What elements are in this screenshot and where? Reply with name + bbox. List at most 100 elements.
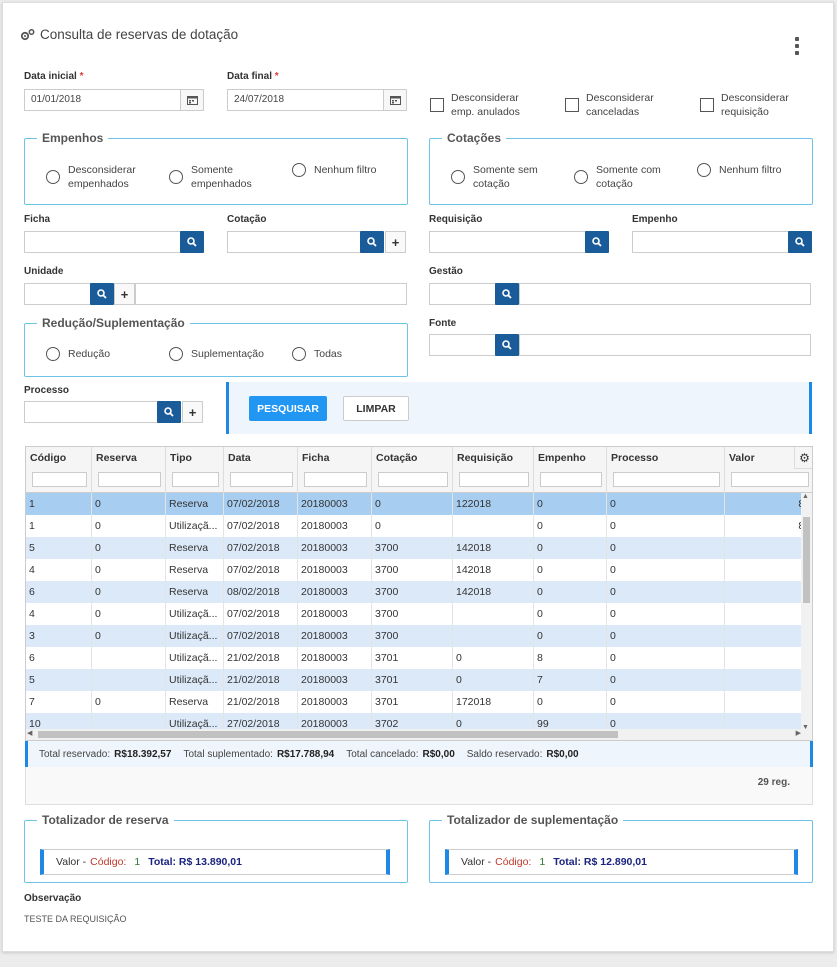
radio-nenhum-filtro[interactable]	[292, 163, 306, 177]
table-cell	[453, 515, 534, 537]
table-row[interactable]: 5 0 Reserva 07/02/2018 20180003 3700 142018 0 0	[26, 537, 802, 559]
radio-suplementacao[interactable]	[169, 347, 183, 361]
calendar-icon[interactable]	[180, 89, 204, 111]
cotacoes-legend: Cotações	[442, 131, 507, 145]
radio-somente-com-cotacao[interactable]	[574, 170, 588, 184]
radio-desconsiderar-empenhados[interactable]	[46, 170, 60, 184]
table-cell: 0	[92, 581, 166, 603]
radio-nenhum-filtro[interactable]	[697, 163, 711, 177]
fonte-desc-input[interactable]	[519, 334, 811, 356]
radio-somente-sem-cotacao[interactable]	[451, 170, 465, 184]
add-icon[interactable]: +	[114, 283, 135, 305]
column-filter-input[interactable]	[98, 472, 161, 487]
data-inicial-input[interactable]: 01/01/2018	[24, 89, 181, 111]
radio-reducao[interactable]	[46, 347, 60, 361]
search-icon[interactable]	[157, 401, 181, 423]
vertical-scrollbar[interactable]: ▲ ▼	[801, 493, 812, 731]
pesquisar-button[interactable]: PESQUISAR	[249, 396, 327, 421]
requisicao-input[interactable]	[429, 231, 586, 253]
column-filter-input[interactable]	[540, 472, 602, 487]
column-filter-input[interactable]	[32, 472, 87, 487]
record-count: 29 reg.	[757, 777, 790, 788]
limpar-button[interactable]: LIMPAR	[343, 396, 409, 421]
table-row[interactable]: 3 0 Utilizaçã... 07/02/2018 20180003 3700 0 0	[26, 625, 802, 647]
table-cell: 0	[92, 515, 166, 537]
column-filter-input[interactable]	[172, 472, 219, 487]
column-header[interactable]: Código	[26, 447, 92, 493]
table-cell: 0	[607, 559, 725, 581]
observacao-label: Observação	[24, 893, 82, 904]
table-cell: 0	[92, 537, 166, 559]
table-row[interactable]: 70Reserva21/02/2018201800033701172018005	[26, 691, 812, 713]
search-icon[interactable]	[788, 231, 812, 253]
checkbox-canceladas[interactable]	[565, 98, 579, 112]
grid-header: Código Reserva Tipo Data Ficha Cotação Requisi…	[26, 447, 812, 493]
column-header[interactable]: Reserva	[92, 447, 166, 493]
search-icon[interactable]	[180, 231, 204, 253]
search-icon[interactable]	[585, 231, 609, 253]
processo-input[interactable]	[24, 401, 158, 423]
horizontal-scrollbar[interactable]: ◀ ▶	[26, 729, 812, 740]
column-header[interactable]: Tipo	[166, 447, 224, 493]
column-header[interactable]: Data	[224, 447, 298, 493]
checkbox-requisicao[interactable]	[700, 98, 714, 112]
empenhos-legend: Empenhos	[37, 131, 109, 145]
table-cell: 3700	[372, 559, 453, 581]
column-filter-input[interactable]	[230, 472, 293, 487]
empenho-input[interactable]	[632, 231, 789, 253]
search-icon[interactable]	[90, 283, 114, 305]
vertical-scroll-thumb[interactable]	[803, 517, 810, 603]
column-header[interactable]: Cotação	[372, 447, 453, 493]
calendar-icon[interactable]	[383, 89, 407, 111]
search-icon[interactable]	[360, 231, 384, 253]
scroll-left-icon[interactable]: ◀	[27, 729, 32, 737]
table-cell: 08/02/2018	[224, 581, 298, 603]
saldo-reservado-label: Saldo reservado:	[466, 748, 543, 760]
gestao-code-input[interactable]	[429, 283, 496, 305]
ficha-input[interactable]	[24, 231, 181, 253]
data-final-input[interactable]: 24/07/2018	[227, 89, 384, 111]
totalizador-reserva-row: Valor - Código: 1 Total: R$ 13.890,01	[40, 849, 390, 875]
checkbox-emp-anulados-label: Desconsiderar emp. anulados	[451, 92, 520, 118]
table-row[interactable]: 10Utilizaçã...07/02/2018201800030008.8	[26, 515, 812, 537]
radio-label: Somente com cotação	[596, 164, 661, 190]
table-row[interactable]: 10Reserva07/02/2018201800030122018008.8	[26, 493, 812, 515]
fonte-code-input[interactable]	[429, 334, 496, 356]
column-header-label: Valor	[729, 452, 755, 464]
table-cell: 8.8	[725, 515, 812, 537]
search-icon[interactable]	[495, 334, 519, 356]
unidade-desc-input[interactable]	[135, 283, 407, 305]
column-filter-input[interactable]	[613, 472, 720, 487]
column-header[interactable]: Ficha	[298, 447, 372, 493]
table-row[interactable]: 5Utilizaçã...21/02/20182018000337010705	[26, 669, 812, 691]
table-row[interactable]: 6 Utilizaçã... 21/02/2018 20180003 3701 0 8 0	[26, 647, 802, 669]
checkbox-emp-anulados[interactable]	[430, 98, 444, 112]
column-header[interactable]: Requisição	[453, 447, 534, 493]
column-header-label: Código	[30, 452, 67, 464]
radio-somente-empenhados[interactable]	[169, 170, 183, 184]
column-filter-input[interactable]	[459, 472, 529, 487]
add-icon[interactable]: +	[385, 231, 406, 253]
main-panel: Consulta de reservas de dotação Data ini…	[2, 2, 834, 952]
table-cell: 0	[534, 603, 607, 625]
column-header-label: Empenho	[538, 452, 586, 464]
gestao-desc-input[interactable]	[519, 283, 811, 305]
unidade-code-input[interactable]	[24, 283, 91, 305]
horizontal-scroll-thumb[interactable]	[38, 731, 618, 738]
scroll-up-icon[interactable]: ▲	[802, 493, 809, 500]
table-row[interactable]: 4 0 Utilizaçã... 07/02/2018 20180003 3700 0 0	[26, 603, 802, 625]
column-header[interactable]: Empenho	[534, 447, 607, 493]
more-options-icon[interactable]	[791, 37, 803, 55]
scroll-right-icon[interactable]: ▶	[796, 729, 801, 737]
radio-todas[interactable]	[292, 347, 306, 361]
table-row[interactable]: 4 0 Reserva 07/02/2018 20180003 3700 142018 0 0	[26, 559, 802, 581]
column-header[interactable]: Processo	[607, 447, 725, 493]
column-filter-input[interactable]	[731, 472, 809, 487]
add-icon[interactable]: +	[182, 401, 203, 423]
gear-icon[interactable]: ⚙	[794, 447, 812, 469]
search-icon[interactable]	[495, 283, 519, 305]
table-row[interactable]: 6 0 Reserva 08/02/2018 20180003 3700 142018 0 0	[26, 581, 802, 603]
column-filter-input[interactable]	[378, 472, 448, 487]
column-filter-input[interactable]	[304, 472, 367, 487]
cotacao-input[interactable]	[227, 231, 361, 253]
